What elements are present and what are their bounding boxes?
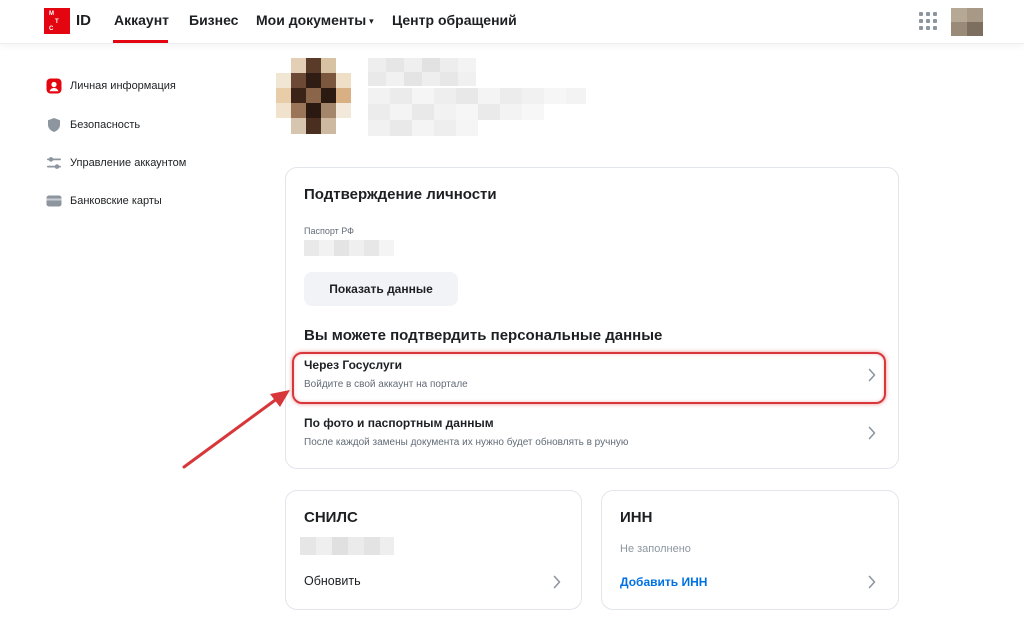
nav-tab-account[interactable]: Аккаунт: [114, 12, 169, 28]
profile-details-blurred: [368, 88, 586, 136]
snils-title: СНИЛС: [304, 509, 358, 526]
add-inn-link[interactable]: Добавить ИНН: [620, 575, 707, 589]
sliders-icon: [46, 155, 62, 171]
nav-tab-my-documents-label: Мои документы: [256, 12, 367, 28]
photo-passport-option-subtitle: После каждой замены документа их нужно б…: [304, 437, 629, 448]
chevron-right-icon[interactable]: [551, 574, 563, 590]
passport-label: Паспорт РФ: [304, 226, 355, 236]
sidebar-item-account-management[interactable]: Управление аккаунтом: [46, 153, 186, 173]
sidebar-item-label: Безопасность: [70, 119, 141, 131]
sidebar-item-label: Управление аккаунтом: [70, 157, 187, 169]
nav-tab-my-documents[interactable]: Мои документы ▾: [256, 12, 374, 28]
profile-photo-blurred: [276, 58, 352, 134]
chevron-right-icon[interactable]: [866, 574, 878, 590]
logo-letter-s: С: [49, 26, 54, 32]
sidebar-item-bank-cards[interactable]: Банковские карты: [46, 191, 162, 211]
inn-status: Не заполнено: [620, 543, 691, 555]
logo-letter-m: М: [49, 11, 54, 17]
sidebar-item-label: Банковские карты: [70, 195, 162, 207]
card-icon: [46, 193, 62, 209]
user-avatar-button[interactable]: [951, 8, 983, 36]
active-tab-indicator: [113, 40, 168, 43]
mts-logo[interactable]: М Т С: [44, 8, 70, 34]
photo-passport-option-title: По фото и паспортным данным: [304, 416, 494, 430]
sidebar-item-label: Личная информация: [70, 80, 176, 92]
snils-number-blurred: [300, 537, 394, 555]
nav-tab-support-center[interactable]: Центр обращений: [392, 12, 517, 28]
confirm-data-heading: Вы можете подтвердить персональные данны…: [304, 327, 663, 344]
top-navigation-bar: М Т С ID Аккаунт Бизнес Мои документы ▾ Ц…: [0, 0, 1024, 44]
nav-tab-business[interactable]: Бизнес: [189, 12, 238, 28]
gosuslugi-highlight-frame: [292, 352, 886, 404]
annotation-arrow-icon: [182, 390, 290, 469]
chevron-down-icon: ▾: [369, 16, 374, 26]
user-icon: [46, 78, 62, 94]
shield-icon: [46, 117, 62, 133]
inn-title: ИНН: [620, 509, 653, 526]
sidebar-item-security[interactable]: Безопасность: [46, 115, 140, 135]
chevron-right-icon[interactable]: [866, 425, 878, 441]
profile-name-blurred: [368, 58, 478, 88]
logo-id-text: ID: [76, 12, 91, 29]
show-data-button[interactable]: Показать данные: [304, 272, 458, 306]
sidebar-item-personal-info[interactable]: Личная информация: [46, 76, 176, 96]
identity-card-title: Подтверждение личности: [304, 186, 497, 203]
passport-number-blurred: [304, 240, 394, 256]
apps-grid-icon[interactable]: [919, 12, 937, 30]
logo-letter-t: Т: [55, 19, 59, 25]
snils-update-link[interactable]: Обновить: [304, 574, 361, 588]
